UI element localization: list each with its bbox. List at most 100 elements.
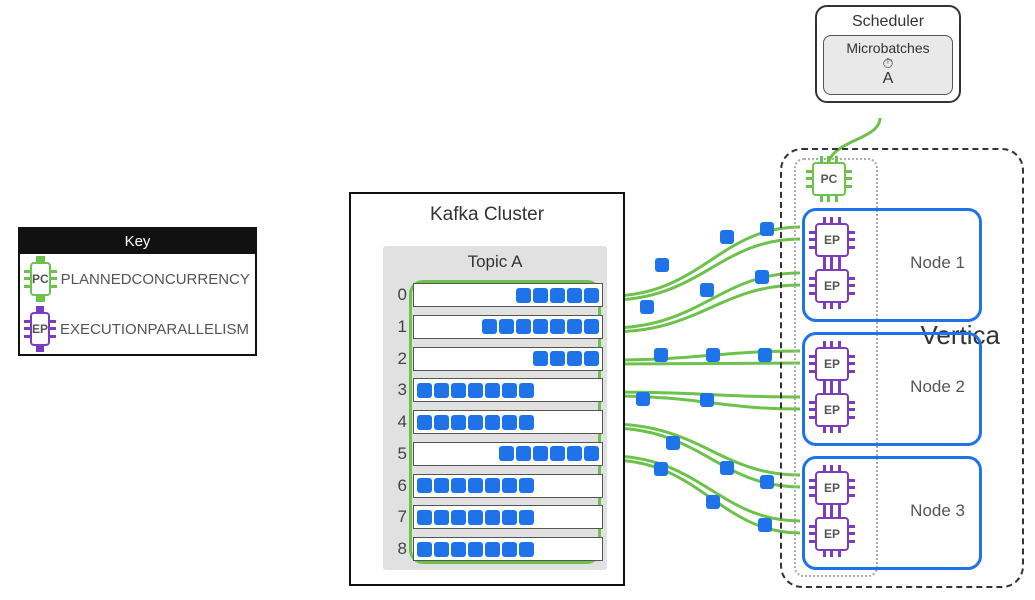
- message-square: [502, 383, 517, 398]
- stream-message: [760, 475, 774, 489]
- legend-row-ep: EP EXECUTIONPARALLELISM: [20, 304, 255, 354]
- microbatches-label: Microbatches: [828, 40, 948, 56]
- message-square: [519, 542, 534, 557]
- kafka-cluster: Kafka Cluster Topic A 012345678: [349, 192, 625, 586]
- legend-pc-label: PLANNEDCONCURRENCY: [61, 271, 250, 288]
- message-square: [567, 319, 582, 334]
- partition-index: 8: [391, 539, 407, 559]
- message-square: [567, 446, 582, 461]
- vertica-node-3: Node 3 EP EP: [802, 456, 982, 570]
- partition-index: 0: [391, 285, 407, 305]
- message-square: [434, 383, 449, 398]
- message-square: [485, 383, 500, 398]
- message-square: [567, 351, 582, 366]
- message-square: [533, 319, 548, 334]
- ep-chip-icon: EP: [815, 471, 849, 505]
- pc-chip-text: PC: [821, 172, 838, 186]
- partition-slot: [413, 410, 603, 434]
- message-square: [482, 319, 497, 334]
- partition-index: 2: [391, 349, 407, 369]
- message-square: [502, 478, 517, 493]
- message-square: [485, 478, 500, 493]
- partition-slot: [413, 378, 603, 402]
- message-square: [451, 510, 466, 525]
- ep-chip-text: EP: [32, 322, 48, 336]
- legend: Key PC PLANNEDCONCURRENCY EP EXECUTIONPA…: [18, 227, 257, 356]
- legend-row-pc: PC PLANNEDCONCURRENCY: [20, 254, 255, 304]
- node-label: Node 3: [910, 501, 965, 521]
- message-square: [468, 478, 483, 493]
- partition-row: 8: [391, 536, 603, 562]
- pc-chip-icon: PC: [30, 262, 51, 296]
- kafka-topic: Topic A 012345678: [383, 246, 607, 570]
- node-label: Node 1: [910, 253, 965, 273]
- message-square: [584, 288, 599, 303]
- node-label: Node 2: [910, 377, 965, 397]
- partition-slot: [413, 315, 603, 339]
- stream-message: [700, 393, 714, 407]
- message-square: [485, 415, 500, 430]
- ep-chip-icon: EP: [815, 393, 849, 427]
- vertica-cluster: Vertica PC Node 1 EP EP Node 2 EP EP Nod…: [780, 148, 1024, 588]
- message-square: [417, 478, 432, 493]
- partition-slot: [413, 537, 603, 561]
- message-square: [533, 288, 548, 303]
- partition-list: 012345678: [391, 282, 603, 562]
- partition-slot: [413, 347, 603, 371]
- message-square: [502, 415, 517, 430]
- pc-chip-text: PC: [32, 272, 49, 286]
- message-square: [417, 510, 432, 525]
- ep-chip-icon: EP: [815, 223, 849, 257]
- legend-title: Key: [20, 229, 255, 254]
- message-square: [451, 478, 466, 493]
- message-square: [451, 542, 466, 557]
- partition-index: 7: [391, 507, 407, 527]
- stream-message: [760, 222, 774, 236]
- ep-chip-icon: EP: [815, 269, 849, 303]
- message-square: [451, 415, 466, 430]
- vertica-node-2: Node 2 EP EP: [802, 332, 982, 446]
- message-square: [550, 319, 565, 334]
- microbatches-box: Microbatches ⏱ A: [823, 35, 953, 95]
- partition-index: 1: [391, 317, 407, 337]
- stream-message: [758, 518, 772, 532]
- message-square: [519, 510, 534, 525]
- message-square: [550, 446, 565, 461]
- partition-slot: [413, 474, 603, 498]
- message-square: [468, 510, 483, 525]
- message-square: [434, 478, 449, 493]
- message-square: [550, 351, 565, 366]
- clock-icon: ⏱: [828, 56, 948, 70]
- message-square: [584, 446, 599, 461]
- stream-message: [720, 461, 734, 475]
- partition-slot: [413, 442, 603, 466]
- message-square: [417, 383, 432, 398]
- message-square: [502, 542, 517, 557]
- message-square: [417, 415, 432, 430]
- partition-row: 5: [391, 441, 603, 467]
- partition-slot: [413, 283, 603, 307]
- partition-row: 1: [391, 314, 603, 340]
- stream-message: [755, 270, 769, 284]
- message-square: [499, 319, 514, 334]
- message-square: [485, 542, 500, 557]
- ep-chip-icon: EP: [30, 312, 50, 346]
- message-square: [516, 446, 531, 461]
- partition-index: 6: [391, 476, 407, 496]
- ep-chip-icon: EP: [815, 347, 849, 381]
- message-square: [533, 351, 548, 366]
- message-square: [584, 351, 599, 366]
- message-square: [519, 383, 534, 398]
- partition-index: 5: [391, 444, 407, 464]
- message-square: [502, 510, 517, 525]
- message-square: [584, 319, 599, 334]
- stream-message: [655, 258, 669, 272]
- scheduler-title: Scheduler: [823, 13, 953, 31]
- microbatch-name: A: [828, 70, 948, 88]
- message-square: [516, 288, 531, 303]
- ep-chip-icon: EP: [815, 517, 849, 551]
- message-square: [434, 542, 449, 557]
- partition-row: 4: [391, 409, 603, 435]
- scheduler-box: Scheduler Microbatches ⏱ A: [815, 5, 961, 103]
- message-square: [499, 446, 514, 461]
